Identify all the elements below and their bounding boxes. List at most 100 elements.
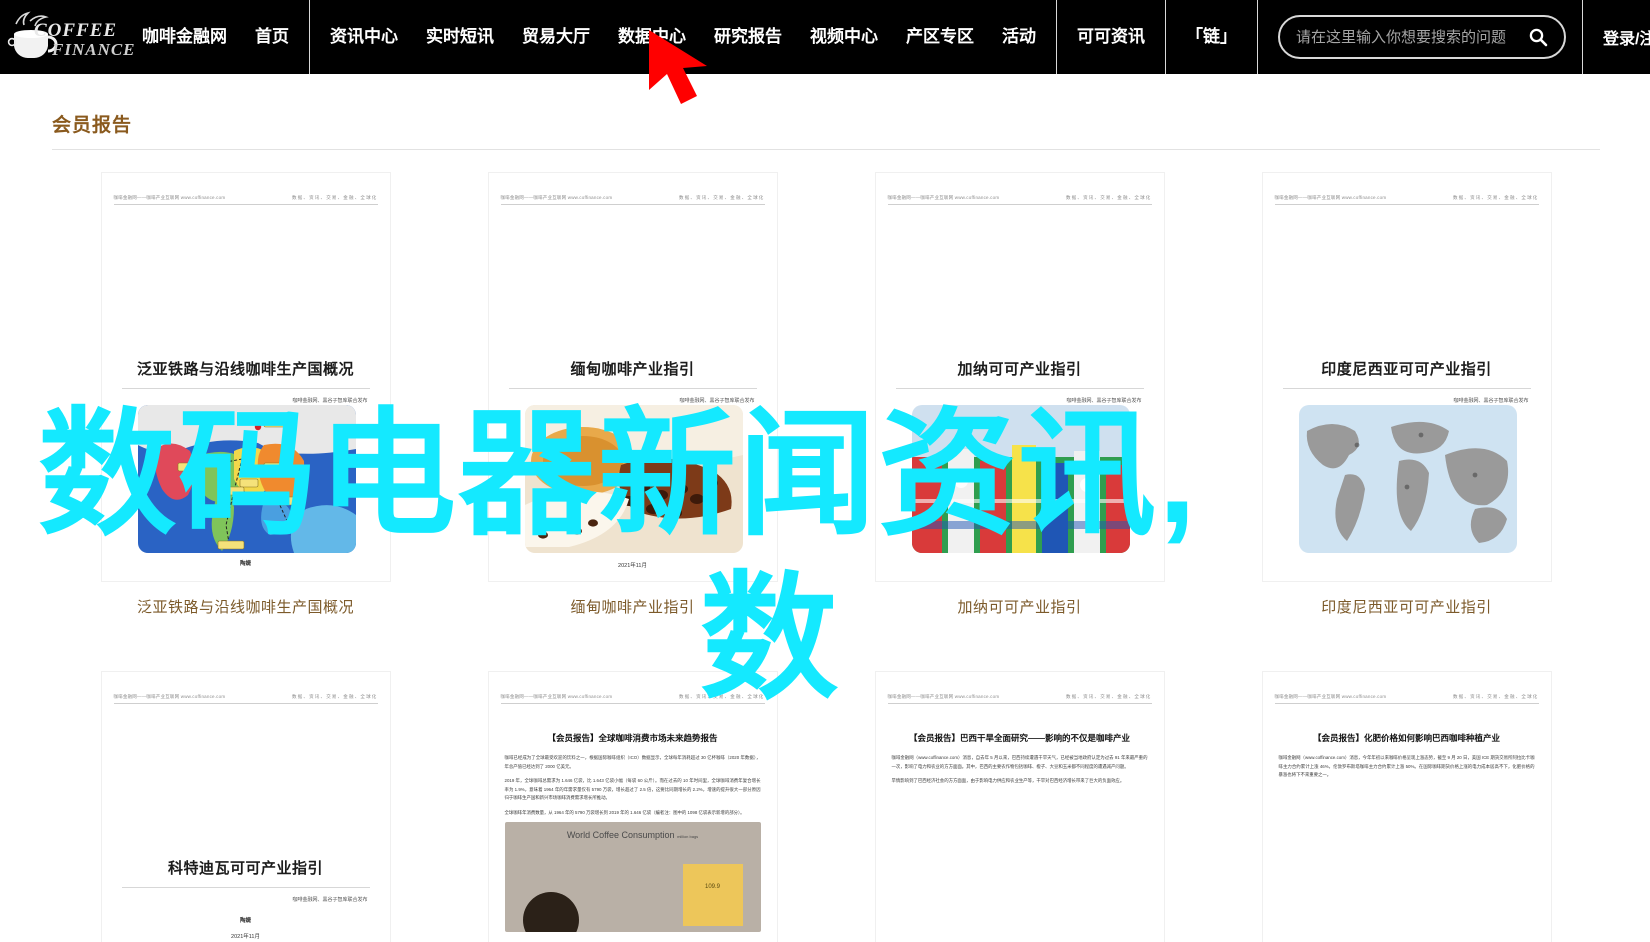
doc-paragraph: 旱情影响到了巴西经济社会的方方面面，由于影响电力供应和农业生产等，干旱对巴西经济… [891, 778, 1125, 784]
doc-header-right: 数据、资讯、交易、金融、全球化 [292, 195, 378, 200]
doc-paragraph: 咖啡金融网（www.coffinance.com）消息，自去年 5 月以来，巴西… [891, 755, 1148, 769]
doc-publisher: 咖啡金融网、黑谷子智库联合发布 [679, 398, 755, 404]
doc-header: 咖啡金融网——咖啡产业互联网 www.coffinance.com 数据、资讯、… [1274, 195, 1539, 205]
nav-divider-2 [1056, 0, 1057, 74]
doc-header-left: 咖啡金融网——咖啡产业互联网 www.coffinance.com [1274, 694, 1387, 699]
chart-bar: 109.9 [682, 864, 743, 926]
page-title: 会员报告 [52, 115, 133, 136]
logo-text-coffee: COFFEE [34, 20, 118, 41]
doc-paragraph: 全球咖啡年消费数量，从 1964 年的 5790 万袋增长到 2019 年的 1… [504, 809, 745, 815]
doc-header-right: 数据、资讯、交易、金融、全球化 [679, 694, 765, 699]
report-card[interactable]: 咖啡金融网——咖啡产业互联网 www.coffinance.com 数据、资讯、… [439, 172, 826, 617]
doc-title: 科特迪瓦可可产业指引 [167, 860, 323, 877]
nav-item-cocoa-news[interactable]: 可可资讯 [1063, 0, 1159, 74]
search-icon[interactable] [1528, 27, 1548, 47]
site-header: COFFEE FINANCE 咖啡金融网 首页 资讯中心 实时短讯 贸易大厅 数… [0, 0, 1650, 104]
primary-nav: 资讯中心 实时短讯 贸易大厅 数据中心 研究报告 视频中心 产区专区 活动 [316, 0, 1050, 74]
chart-title-text: World Coffee Consumption [566, 830, 675, 840]
search-area [1278, 15, 1566, 59]
nav-item-coffee-finance[interactable]: 咖啡金融网 [128, 0, 241, 74]
report-card[interactable]: 咖啡金融网——咖啡产业互联网 www.coffinance.com 数据、资讯、… [826, 671, 1213, 942]
thumbnail-image-world-map [1298, 405, 1517, 553]
nav-item-events[interactable]: 活动 [988, 0, 1050, 74]
doc-header-left: 咖啡金融网——咖啡产业互联网 www.coffinance.com [887, 694, 1000, 699]
report-card[interactable]: 咖啡金融网——咖啡产业互联网 www.coffinance.com 数据、资讯、… [52, 671, 439, 942]
report-caption[interactable]: 印度尼西亚可可产业指引 [1321, 596, 1492, 617]
login-register-link[interactable]: 登录/注册 [1589, 25, 1650, 49]
tertiary-nav: 「链」 [1172, 0, 1251, 74]
doc-header: 咖啡金融网——咖啡产业互联网 www.coffinance.com 数据、资讯、… [1274, 694, 1539, 704]
report-card[interactable]: 咖啡金融网——咖啡产业互联网 www.coffinance.com 数据、资讯、… [439, 671, 826, 942]
report-thumbnail[interactable]: 咖啡金融网——咖啡产业互联网 www.coffinance.com 数据、资讯、… [874, 172, 1165, 582]
doc-publisher: 咖啡金融网、黑谷子智库联合发布 [292, 897, 368, 903]
nav-divider-5 [1582, 0, 1583, 74]
report-caption[interactable]: 加纳可可产业指引 [957, 596, 1081, 617]
report-card[interactable]: 咖啡金融网——咖啡产业互联网 www.coffinance.com 数据、资讯、… [52, 172, 439, 617]
nav-item-chain[interactable]: 「链」 [1172, 0, 1251, 74]
secondary-nav: 可可资讯 [1063, 0, 1159, 74]
doc-paragraph: 2019 年，全球咖啡总需求为 1.646 亿袋，比 1.643 亿袋小幅（每袋… [504, 778, 761, 801]
search-box[interactable] [1278, 15, 1566, 59]
doc-header-left: 咖啡金融网——咖啡产业互联网 www.coffinance.com [887, 195, 1000, 200]
nav-divider-4 [1257, 0, 1258, 74]
report-thumbnail[interactable]: 咖啡金融网——咖啡产业互联网 www.coffinance.com 数据、资讯、… [1261, 172, 1552, 582]
report-card[interactable]: 咖啡金融网——咖啡产业互联网 www.coffinance.com 数据、资讯、… [826, 172, 1213, 617]
doc-date: 2021年11月 [618, 563, 647, 569]
report-grid: 咖啡金融网——咖啡产业互联网 www.coffinance.com 数据、资讯、… [52, 172, 1600, 942]
doc-title: 泛亚铁路与沿线咖啡生产国概况 [136, 361, 354, 378]
report-thumbnail[interactable]: 咖啡金融网——咖啡产业互联网 www.coffinance.com 数据、资讯、… [487, 172, 778, 582]
doc-publisher: 咖啡金融网、黑谷子智库联合发布 [1066, 398, 1142, 404]
doc-author: 陶婕 [239, 561, 251, 567]
thumbnail-image-coffee-beans [524, 405, 743, 553]
doc-paragraph: 咖啡已经成为了全球最受欢迎的饮料之一，根据国际咖啡组织（ICO）数据显示，全球每… [504, 755, 761, 769]
doc-paragraph: 咖啡金融网（www.coffinance.com）消息，今年年初以来咖啡价格呈现… [1278, 755, 1535, 778]
report-thumbnail[interactable]: 咖啡金融网——咖啡产业互联网 www.coffinance.com 数据、资讯、… [100, 671, 391, 942]
thumbnail-image-flags [911, 405, 1130, 553]
doc-rule [895, 388, 1144, 389]
nav-item-home[interactable]: 首页 [241, 0, 303, 74]
doc-author: 陶婕 [239, 918, 251, 924]
nav-item-origin-zone[interactable]: 产区专区 [892, 0, 988, 74]
report-thumbnail[interactable]: 咖啡金融网——咖啡产业互联网 www.coffinance.com 数据、资讯、… [874, 671, 1165, 942]
doc-header-right: 数据、资讯、交易、金融、全球化 [1066, 195, 1152, 200]
report-caption[interactable]: 泛亚铁路与沿线咖啡生产国概况 [137, 596, 354, 617]
logo-text-finance: FINANCE [52, 40, 136, 59]
doc-rule [121, 388, 370, 389]
nav-item-data-center[interactable]: 数据中心 [604, 0, 700, 74]
page-content: 会员报告 咖啡金融网——咖啡产业互联网 www.coffinance.com 数… [0, 110, 1650, 942]
section-header: 会员报告 [52, 110, 1600, 150]
doc-header-right: 数据、资讯、交易、金融、全球化 [1453, 694, 1539, 699]
doc-body: 咖啡金融网（www.coffinance.com）消息，今年年初以来咖啡价格呈现… [1279, 754, 1535, 786]
doc-title: 【会员报告】全球咖啡消费市场未来趋势报告 [547, 733, 718, 743]
nav-item-video-center[interactable]: 视频中心 [796, 0, 892, 74]
doc-header-right: 数据、资讯、交易、金融、全球化 [1453, 195, 1539, 200]
doc-header-left: 咖啡金融网——咖啡产业互联网 www.coffinance.com [113, 195, 226, 200]
doc-header-left: 咖啡金融网——咖啡产业互联网 www.coffinance.com [500, 694, 613, 699]
report-caption[interactable]: 缅甸咖啡产业指引 [570, 596, 694, 617]
doc-header: 咖啡金融网——咖啡产业互联网 www.coffinance.com 数据、资讯、… [500, 195, 765, 205]
doc-title: 印度尼西亚可可产业指引 [1321, 361, 1492, 378]
thumbnail-image-map-southeast-asia [137, 405, 356, 553]
doc-header-right: 数据、资讯、交易、金融、全球化 [292, 694, 378, 699]
doc-rule [1282, 388, 1531, 389]
report-thumbnail[interactable]: 咖啡金融网——咖啡产业互联网 www.coffinance.com 数据、资讯、… [487, 671, 778, 942]
site-logo[interactable]: COFFEE FINANCE [0, 0, 135, 74]
doc-header: 咖啡金融网——咖啡产业互联网 www.coffinance.com 数据、资讯、… [500, 694, 765, 704]
report-card[interactable]: 咖啡金融网——咖啡产业互联网 www.coffinance.com 数据、资讯、… [1213, 172, 1600, 617]
nav-item-realtime-news[interactable]: 实时短讯 [412, 0, 508, 74]
nav-divider-3 [1165, 0, 1166, 74]
doc-header-right: 数据、资讯、交易、金融、全球化 [679, 195, 765, 200]
nav-item-research-reports[interactable]: 研究报告 [700, 0, 796, 74]
doc-title: 【会员报告】化肥价格如何影响巴西咖啡种植产业 [1312, 733, 1500, 743]
search-input[interactable] [1296, 28, 1528, 46]
nav-item-trade-hall[interactable]: 贸易大厅 [508, 0, 604, 74]
report-thumbnail[interactable]: 咖啡金融网——咖啡产业互联网 www.coffinance.com 数据、资讯、… [100, 172, 391, 582]
doc-publisher: 咖啡金融网、黑谷子智库联合发布 [292, 398, 368, 404]
coffee-bean-graphic [522, 892, 579, 932]
brand-nav: 咖啡金融网 首页 [128, 0, 303, 74]
report-thumbnail[interactable]: 咖啡金融网——咖啡产业互联网 www.coffinance.com 数据、资讯、… [1261, 671, 1552, 942]
report-card[interactable]: 咖啡金融网——咖啡产业互联网 www.coffinance.com 数据、资讯、… [1213, 671, 1600, 942]
doc-publisher: 咖啡金融网、黑谷子智库联合发布 [1453, 398, 1529, 404]
doc-header: 咖啡金融网——咖啡产业互联网 www.coffinance.com 数据、资讯、… [113, 694, 378, 704]
nav-item-news-center[interactable]: 资讯中心 [316, 0, 412, 74]
